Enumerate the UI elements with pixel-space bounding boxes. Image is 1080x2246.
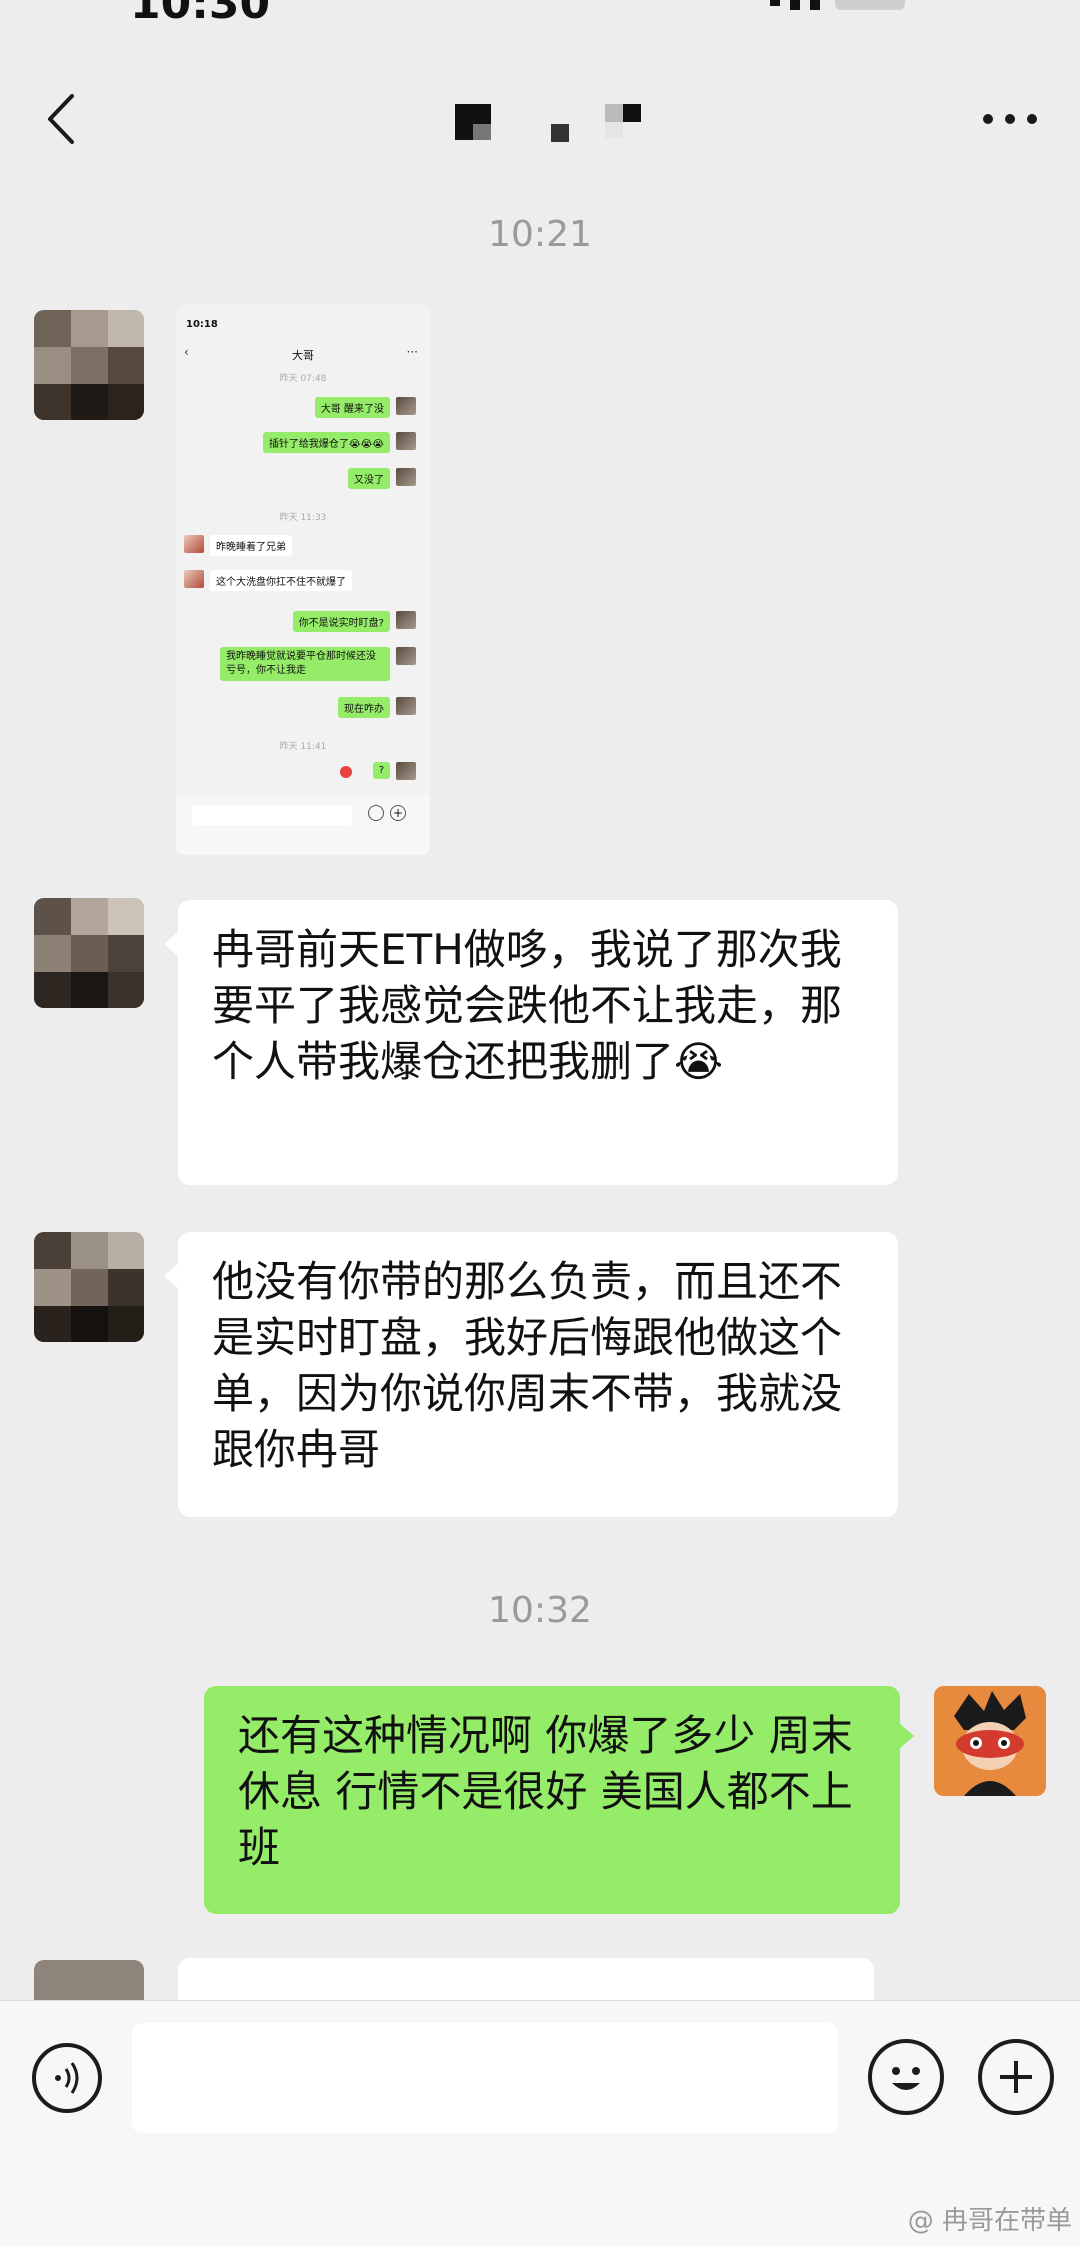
voice-button[interactable] (32, 2043, 102, 2113)
image-message[interactable]: 10:18 大哥 ‹ ··· 昨天 07:48 大哥 醒来了没 插针了给我爆仓了… (176, 305, 430, 855)
watermark: @ 冉哥在带单 (907, 2206, 1072, 2236)
contact-avatar[interactable] (34, 1232, 144, 1342)
message-bubble-incoming[interactable]: 冉哥前天ETH做哆，我说了那次我要平了我感觉会跌他不让我走，那个人带我爆仓还把我… (164, 900, 898, 1185)
shot-avatar-self (396, 397, 416, 415)
shot-avatar-self (396, 432, 416, 450)
back-button[interactable] (30, 84, 100, 154)
shot-msg-out: 你不是说实时盯盘? (292, 611, 390, 632)
plus-icon (1000, 2061, 1032, 2093)
shot-msg-out: 现在咋办 (338, 697, 390, 718)
message-bubble-outgoing[interactable]: 还有这种情况啊 你爆了多少 周末休息 行情不是很好 美国人都不上班 (204, 1686, 914, 1914)
input-bar (0, 2000, 1080, 2151)
shot-msg-out: ? (372, 762, 390, 779)
shot-time: 昨天 11:41 (279, 742, 327, 752)
shot-more-icon: ··· (406, 345, 418, 359)
shot-msg-out: 又没了 (348, 468, 390, 489)
shot-time: 昨天 11:33 (279, 513, 327, 523)
shot-msg-in: 这个大洗盘你扛不住不就爆了 (210, 570, 352, 591)
shot-avatar-other (184, 570, 204, 588)
message-input[interactable] (132, 2023, 838, 2133)
shot-failed-icon (340, 766, 352, 778)
shot-avatar-self (396, 762, 416, 780)
shot-title: 大哥 (292, 349, 314, 362)
message-bubble-incoming[interactable]: 他没有你带的那么负责，而且还不是实时盯盘，我好后悔跟他做这个单，因为你说你周末不… (164, 1232, 898, 1517)
shot-status-time: 10:18 (186, 319, 218, 330)
status-time-fragment: 10:30 (130, 0, 271, 29)
partial-message-row (0, 1950, 1080, 2000)
status-icons (770, 0, 990, 12)
emoji-button[interactable] (868, 2039, 944, 2115)
ellipsis-icon (983, 114, 1037, 124)
shot-msg-out: 我昨晚睡觉就说要平仓那时候还没亏号，你不让我走 (220, 647, 390, 681)
cartoon-avatar-icon (934, 1686, 1046, 1796)
timestamp: 10:32 (488, 1590, 592, 1631)
shot-time: 昨天 07:48 (279, 374, 327, 384)
plus-button[interactable] (978, 2039, 1054, 2115)
timestamp: 10:21 (488, 214, 592, 255)
contact-name-mosaic (455, 104, 655, 164)
shot-avatar-other (184, 535, 204, 553)
chevron-left-icon (48, 94, 74, 144)
chat-header (0, 60, 1080, 180)
shot-avatar-self (396, 697, 416, 715)
shot-avatar-self (396, 647, 416, 665)
voice-icon (55, 2062, 79, 2094)
shot-msg-out: 大哥 醒来了没 (314, 397, 390, 418)
shot-msg-out: 插针了给我爆仓了😭😭😭 (262, 432, 390, 453)
shot-input-bar: + (176, 795, 430, 855)
more-button[interactable] (970, 84, 1050, 154)
shot-back-icon: ‹ (184, 345, 189, 359)
contact-avatar (34, 1960, 144, 2000)
self-avatar[interactable] (934, 1686, 1046, 1796)
shot-avatar-self (396, 468, 416, 486)
emoji-icon (892, 2067, 920, 2090)
shot-msg-in: 昨晚睡着了兄弟 (210, 535, 292, 556)
contact-avatar[interactable] (34, 310, 144, 420)
message-bubble-incoming (178, 1958, 874, 2000)
contact-avatar[interactable] (34, 898, 144, 1008)
shot-avatar-self (396, 611, 416, 629)
